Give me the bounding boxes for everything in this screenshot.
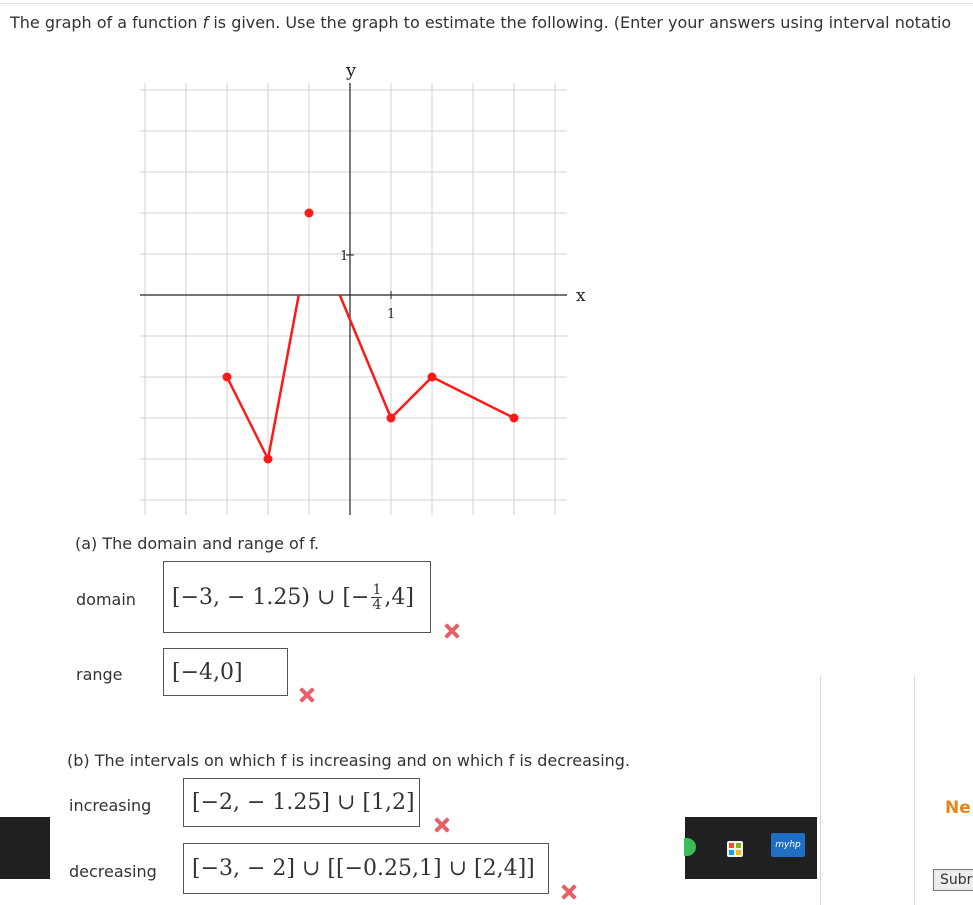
curve-segment xyxy=(390,376,433,419)
decreasing-label: decreasing xyxy=(69,862,157,881)
part-a-heading: (a) The domain and range of f. xyxy=(75,534,320,553)
need-help-heading: Ne xyxy=(945,798,971,818)
x-axis-label: x xyxy=(576,286,586,306)
range-label: range xyxy=(76,665,123,684)
closed-point xyxy=(222,372,232,382)
side-panel xyxy=(820,676,916,905)
increasing-answer-field[interactable]: [−2, − 1.25] ∪ [1,2] xyxy=(183,778,420,827)
decreasing-incorrect-icon xyxy=(560,883,578,901)
range-answer-text: [−4,0] xyxy=(172,659,243,685)
domain-answer-text-1: [−3, − 1.25) ∪ [− xyxy=(172,584,370,610)
closed-point xyxy=(263,454,273,464)
question-prompt: The graph of a function f is given. Use … xyxy=(10,13,952,32)
domain-incorrect-icon xyxy=(443,622,461,640)
increasing-answer-text: [−2, − 1.25] ∪ [1,2] xyxy=(192,790,415,815)
closed-point xyxy=(427,372,437,382)
store-icon[interactable] xyxy=(727,841,743,857)
curve-segment xyxy=(338,294,393,419)
y-axis-label: y xyxy=(345,60,357,81)
closed-point xyxy=(304,208,314,218)
domain-label: domain xyxy=(76,590,136,609)
y-tick-label: 1 xyxy=(340,249,348,264)
increasing-label: increasing xyxy=(69,796,152,815)
decreasing-answer-field[interactable]: [−3, − 2] ∪ [[−0.25,1] ∪ [2,4]] xyxy=(183,843,549,894)
function-graph: y x 1 1 xyxy=(140,60,586,515)
domain-fraction: 14 xyxy=(371,581,383,613)
range-incorrect-icon xyxy=(298,686,316,704)
closed-point xyxy=(386,413,396,423)
graph-grid xyxy=(140,83,567,515)
increasing-incorrect-icon xyxy=(433,816,451,834)
part-b-heading: (b) The intervals on which f is increasi… xyxy=(67,751,631,770)
myhp-icon[interactable]: myhp xyxy=(771,833,805,857)
top-divider xyxy=(0,3,973,4)
closed-point xyxy=(509,413,519,423)
range-answer-field[interactable]: [−4,0] xyxy=(163,648,288,696)
domain-answer-text-2: ,4] xyxy=(384,584,414,610)
decreasing-answer-text: [−3, − 2] ∪ [[−0.25,1] ∪ [2,4]] xyxy=(192,856,535,881)
x-tick-label: 1 xyxy=(387,307,395,322)
domain-answer-field[interactable]: [−3, − 1.25) ∪ [− 1 4,4] xyxy=(163,561,431,633)
submit-button[interactable]: Subr xyxy=(933,869,973,891)
taskbar-fragment xyxy=(0,817,50,879)
